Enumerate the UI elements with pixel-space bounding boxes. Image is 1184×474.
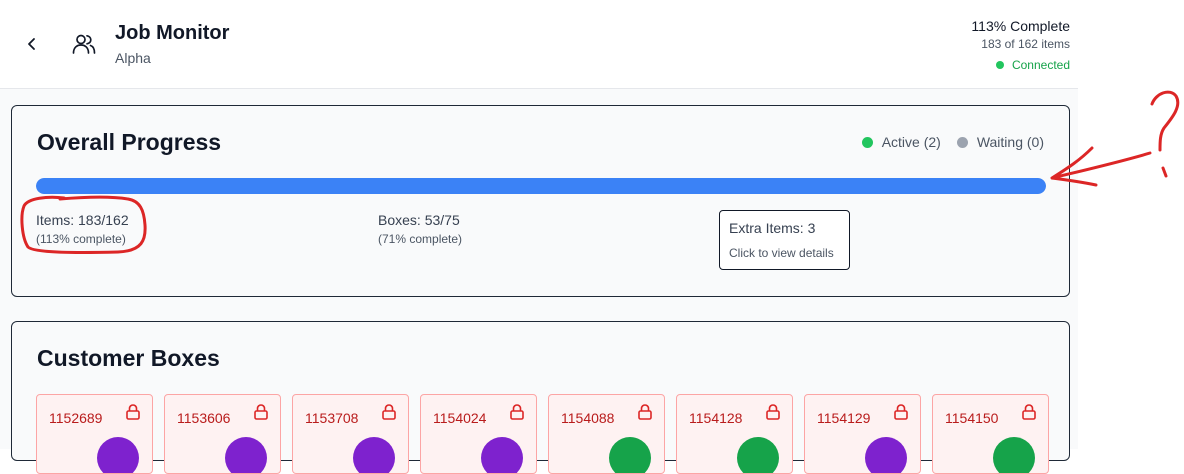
items-count: 183 of 162 items bbox=[981, 37, 1070, 51]
customer-box-id: 1152689 bbox=[49, 410, 103, 426]
legend-waiting: Waiting (0) bbox=[956, 134, 1044, 150]
box-status-indicator bbox=[993, 437, 1035, 473]
box-status-indicator bbox=[225, 437, 267, 473]
box-status-indicator bbox=[737, 437, 779, 473]
overall-progress-card: Overall Progress Active (2) Waiting (0) … bbox=[11, 105, 1070, 297]
lock-icon bbox=[1022, 404, 1036, 420]
connection-label: Connected bbox=[1011, 58, 1070, 72]
extra-items-button[interactable]: Extra Items: 3 Click to view details bbox=[719, 210, 850, 270]
customer-box[interactable]: 1154150 bbox=[932, 394, 1049, 474]
users-icon bbox=[71, 31, 97, 57]
customer-box[interactable]: 1153606 bbox=[164, 394, 281, 474]
extra-items-label: Extra Items: 3 bbox=[729, 220, 816, 236]
customer-box-list: 1152689 1153606 1153708 1154024 1154088 11541… bbox=[36, 394, 1049, 474]
boxes-stat-sub: (71% complete) bbox=[378, 232, 463, 246]
header: Job Monitor Alpha 113% Complete 183 of 1… bbox=[0, 0, 1078, 89]
active-dot-icon bbox=[861, 136, 873, 148]
customer-box[interactable]: 1153708 bbox=[292, 394, 409, 474]
page-subtitle: Alpha bbox=[115, 50, 151, 66]
customer-box[interactable]: 1152689 bbox=[36, 394, 153, 474]
customer-boxes-title: Customer Boxes bbox=[37, 345, 220, 371]
customer-box[interactable]: 1154024 bbox=[420, 394, 537, 474]
customer-box-id: 1154129 bbox=[817, 410, 871, 426]
customer-box-id: 1153606 bbox=[177, 410, 231, 426]
box-status-indicator bbox=[609, 437, 651, 473]
back-button[interactable] bbox=[22, 34, 42, 54]
customer-box-id: 1154024 bbox=[433, 410, 487, 426]
customer-box[interactable]: 1154129 bbox=[804, 394, 921, 474]
customer-box-id: 1154128 bbox=[689, 410, 743, 426]
boxes-stat: Boxes: 53/75 (71% complete) bbox=[378, 212, 462, 246]
customer-box-id: 1154088 bbox=[561, 410, 615, 426]
status-legend: Active (2) Waiting (0) bbox=[861, 134, 1044, 150]
page-title: Job Monitor bbox=[115, 22, 230, 44]
items-stat-label: Items: 183/162 bbox=[36, 212, 129, 228]
connection-status: Connected bbox=[971, 55, 1070, 75]
lock-icon bbox=[510, 404, 524, 420]
lock-icon bbox=[126, 404, 140, 420]
annotation-question-mark-icon bbox=[1150, 90, 1180, 152]
connection-dot-icon bbox=[995, 60, 1004, 69]
customer-box-id: 1154150 bbox=[945, 410, 999, 426]
overall-progress-title: Overall Progress bbox=[37, 129, 222, 155]
lock-icon bbox=[254, 404, 268, 420]
box-status-indicator bbox=[97, 437, 139, 473]
box-status-indicator bbox=[481, 437, 523, 473]
customer-box-id: 1153708 bbox=[305, 410, 359, 426]
legend-active-label: Active (2) bbox=[881, 134, 941, 150]
customer-boxes-card: Customer Boxes 1152689 1153606 1153708 1154… bbox=[11, 321, 1070, 474]
lock-icon bbox=[638, 404, 652, 420]
legend-active: Active (2) bbox=[861, 134, 941, 150]
boxes-stat-label: Boxes: 53/75 bbox=[378, 212, 460, 228]
header-status: 113% Complete 183 of 162 items Connected bbox=[971, 18, 1070, 75]
customer-box[interactable]: 1154088 bbox=[548, 394, 665, 474]
items-stat: Items: 183/162 (113% complete) bbox=[36, 212, 129, 246]
waiting-dot-icon bbox=[956, 136, 968, 148]
app: Job Monitor Alpha 113% Complete 183 of 1… bbox=[0, 0, 1078, 474]
lock-icon bbox=[894, 404, 908, 420]
lock-icon bbox=[766, 404, 780, 420]
box-status-indicator bbox=[865, 437, 907, 473]
box-status-indicator bbox=[353, 437, 395, 473]
lock-icon bbox=[382, 404, 396, 420]
legend-waiting-label: Waiting (0) bbox=[976, 134, 1044, 150]
overall-progress-fill bbox=[36, 178, 1046, 194]
overall-progress-bar bbox=[36, 178, 1046, 194]
items-stat-sub: (113% complete) bbox=[36, 232, 126, 246]
progress-percent: 113% Complete bbox=[971, 18, 1070, 34]
customer-box[interactable]: 1154128 bbox=[676, 394, 793, 474]
extra-items-hint: Click to view details bbox=[729, 246, 834, 260]
annotation-question-dot-icon bbox=[1161, 166, 1168, 178]
chevron-left-icon bbox=[28, 38, 35, 50]
